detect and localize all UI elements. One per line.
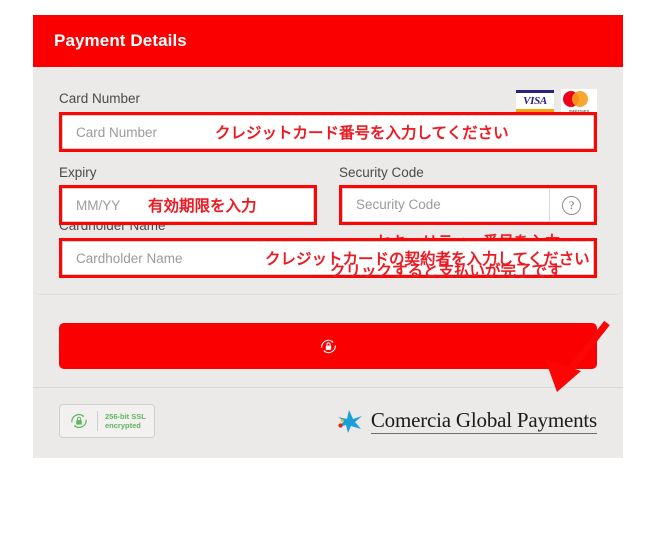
payment-form: Card Number VISA mastercard Card Number …: [33, 67, 623, 295]
payment-page: Payment Details Card Number VISA masterc…: [0, 0, 655, 540]
visa-label: VISA: [523, 94, 547, 107]
security-code-help-button[interactable]: ?: [549, 189, 593, 221]
ssl-badge-line1: 256-bit SSL: [105, 411, 146, 421]
cardholder-name-highlight: Cardholder Name クレジットカードの契約者を入力してください: [59, 238, 597, 278]
expiry-annotation: 有効期限を入力: [148, 198, 257, 215]
ssl-badge-line2: encrypted: [105, 421, 141, 430]
question-mark-icon: ?: [562, 195, 581, 215]
card-number-placeholder: Card Number: [76, 124, 158, 140]
lock-icon: [320, 339, 336, 353]
expiry-input[interactable]: MM/YY 有効期限を入力: [62, 188, 314, 222]
accepted-card-brands: VISA mastercard: [516, 89, 597, 113]
mastercard-icon: mastercard: [561, 89, 597, 113]
cardholder-name-input[interactable]: Cardholder Name クレジットカードの契約者を入力してください: [62, 241, 594, 275]
cardholder-name-placeholder: Cardholder Name: [76, 250, 183, 266]
comercia-brand: Comercia Global Payments: [335, 408, 597, 434]
ssl-badge-divider: [97, 411, 98, 431]
expiry-label: Expiry: [59, 165, 97, 180]
cardholder-name-annotation: クレジットカードの契約者を入力してください: [265, 251, 590, 268]
payment-card: Payment Details Card Number VISA masterc…: [33, 15, 623, 458]
card-number-highlight: Card Number クレジットカード番号を入力してください: [59, 112, 597, 152]
pay-button[interactable]: [59, 323, 597, 369]
security-code-label: Security Code: [339, 165, 424, 180]
ssl-badge: 256-bit SSL encrypted: [59, 404, 155, 438]
lock-shield-icon: [71, 413, 87, 429]
page-title: Payment Details: [54, 31, 187, 50]
visa-icon: VISA: [516, 89, 554, 112]
expiry-placeholder: MM/YY: [76, 197, 121, 213]
comercia-brand-name: Comercia Global Payments: [370, 408, 597, 434]
expiry-highlight: MM/YY 有効期限を入力: [59, 185, 317, 225]
security-code-input[interactable]: Security Code: [343, 188, 549, 222]
card-number-input[interactable]: Card Number クレジットカード番号を入力してください: [62, 115, 594, 149]
security-code-input-wrap: Security Code ?: [342, 188, 594, 222]
mastercard-yellow-circle: [572, 91, 588, 107]
card-number-label-row: Card Number VISA mastercard: [59, 89, 597, 113]
card-number-annotation: クレジットカード番号を入力してください: [215, 125, 509, 142]
card-header: Payment Details: [33, 15, 623, 67]
ssl-badge-text: 256-bit SSL encrypted: [105, 412, 146, 431]
pay-section: クリックすると支払いが完了です: [33, 263, 623, 387]
card-number-label: Card Number: [59, 90, 141, 106]
comercia-star-icon: [337, 410, 362, 433]
security-code-highlight: Security Code ?: [339, 185, 597, 225]
card-footer: 256-bit SSL encrypted Comercia Global Pa…: [33, 387, 623, 458]
